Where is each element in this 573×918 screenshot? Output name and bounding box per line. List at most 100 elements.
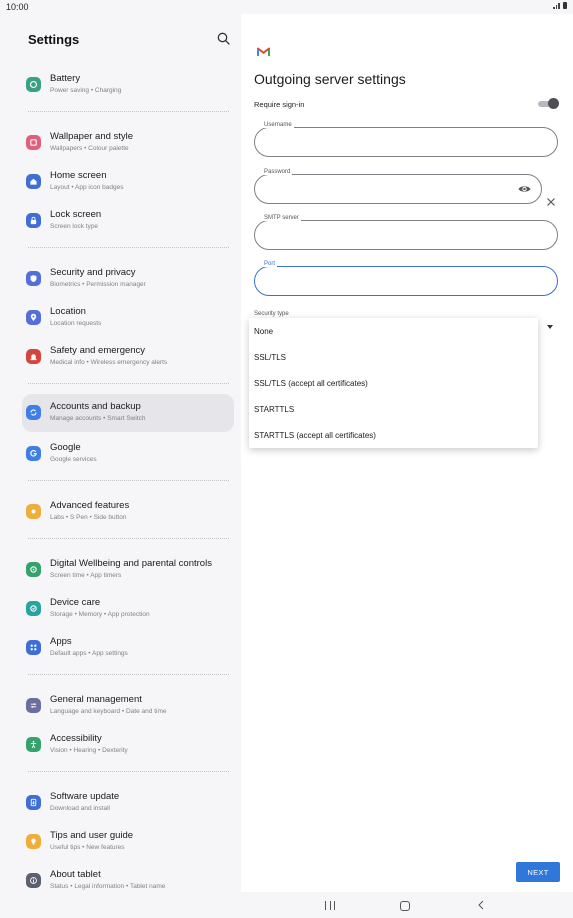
settings-item-tips[interactable]: Tips and user guide Useful tips • New fe… (22, 823, 234, 861)
item-label: Home screen (50, 170, 107, 181)
item-label: Wallpaper and style (50, 131, 134, 142)
status-time: 10:00 (6, 2, 29, 12)
settings-item-wellbeing[interactable]: Digital Wellbeing and parental controls … (22, 551, 234, 589)
settings-item-safety[interactable]: Safety and emergency Medical info • Wire… (22, 338, 234, 376)
item-subtitle: Layout • App icon badges (50, 184, 124, 191)
home-button-icon[interactable] (400, 901, 410, 911)
settings-item-accessibility[interactable]: Accessibility Vision • Hearing • Dexteri… (22, 726, 234, 764)
settings-item-apps[interactable]: Apps Default apps • App settings (22, 629, 234, 667)
item-subtitle: Power saving • Charging (50, 87, 122, 94)
item-label: Security and privacy (50, 267, 136, 278)
item-subtitle: Biometrics • Permission manager (50, 281, 146, 288)
password-field[interactable]: Password (254, 169, 542, 204)
wellbeing-icon (26, 562, 41, 577)
signal-icon (553, 2, 561, 9)
item-label: Apps (50, 636, 72, 647)
option-ssl-tls-accept-all[interactable]: SSL/TLS (accept all certificates) (254, 379, 368, 388)
emergency-icon (26, 349, 41, 364)
item-subtitle: Storage • Memory • App protection (50, 611, 150, 618)
item-label: About tablet (50, 869, 101, 880)
username-field[interactable]: Username (254, 122, 558, 157)
item-label: Accessibility (50, 733, 102, 744)
option-starttls[interactable]: STARTTLS (254, 405, 294, 414)
lock-icon (26, 213, 41, 228)
settings-title: Settings (28, 32, 80, 47)
bulb-icon (26, 834, 41, 849)
item-subtitle: Status • Legal information • Tablet name (50, 883, 166, 890)
system-icons (553, 2, 567, 9)
item-subtitle: Useful tips • New features (50, 844, 125, 851)
divider (28, 111, 229, 112)
home-icon (26, 174, 41, 189)
dropdown-arrow-icon[interactable] (547, 325, 553, 329)
option-ssl-tls[interactable]: SSL/TLS (254, 353, 286, 362)
require-signin-label: Require sign-in (254, 100, 305, 109)
item-label: General management (50, 694, 142, 705)
item-subtitle: Screen lock type (50, 223, 99, 230)
item-label: Software update (50, 791, 120, 802)
back-icon[interactable] (477, 900, 485, 910)
divider (28, 771, 229, 772)
item-label: Safety and emergency (50, 345, 146, 356)
item-label: Device care (50, 597, 101, 608)
option-none[interactable]: None (254, 327, 273, 336)
item-label: Advanced features (50, 500, 130, 511)
item-label: Lock screen (50, 209, 102, 220)
option-starttls-accept-all[interactable]: STARTTLS (accept all certificates) (254, 431, 376, 440)
divider (28, 538, 229, 539)
settings-item-accounts[interactable]: Accounts and backup Manage accounts • Sm… (22, 394, 234, 432)
settings-item-wallpaper[interactable]: Wallpaper and style Wallpapers • Colour … (22, 124, 234, 162)
google-icon (26, 446, 41, 461)
device-care-icon (26, 601, 41, 616)
show-password-icon[interactable] (518, 184, 531, 194)
security-type-label: Security type (254, 311, 289, 317)
settings-item-device-care[interactable]: Device care Storage • Memory • App prote… (22, 590, 234, 628)
outgoing-server-panel: Outgoing server settings Require sign-in… (241, 14, 573, 892)
item-subtitle: Screen time • App timers (50, 572, 122, 579)
settings-item-advanced[interactable]: Advanced features Labs • S Pen • Side bu… (22, 493, 234, 531)
item-subtitle: Vision • Hearing • Dexterity (50, 747, 128, 754)
apps-icon (26, 640, 41, 655)
settings-item-lock-screen[interactable]: Lock screen Screen lock type (22, 202, 234, 240)
item-label: Digital Wellbeing and parental controls (50, 558, 212, 569)
settings-item-software-update[interactable]: Software update Download and install (22, 784, 234, 822)
require-signin-toggle[interactable] (538, 98, 559, 109)
settings-item-location[interactable]: Location Location requests (22, 299, 234, 337)
settings-item-battery[interactable]: Battery Power saving • Charging (22, 66, 234, 104)
divider (28, 674, 229, 675)
settings-item-google[interactable]: Google Google services (22, 435, 234, 473)
item-label: Accounts and backup (50, 401, 141, 412)
status-bar: 10:00 (0, 0, 573, 14)
next-button[interactable]: NEXT (516, 862, 560, 882)
settings-item-general-management[interactable]: General management Language and keyboard… (22, 687, 234, 725)
recent-apps-icon[interactable] (325, 901, 335, 910)
settings-item-security[interactable]: Security and privacy Biometrics • Permis… (22, 260, 234, 298)
shield-icon (26, 271, 41, 286)
item-subtitle: Labs • S Pen • Side button (50, 514, 127, 521)
settings-item-about[interactable]: About tablet Status • Legal information … (22, 862, 234, 900)
item-label: Google (50, 442, 81, 453)
item-label: Tips and user guide (50, 830, 134, 841)
item-subtitle: Download and install (50, 805, 110, 812)
wallpaper-icon (26, 135, 41, 150)
divider (28, 383, 229, 384)
item-subtitle: Google services (50, 456, 97, 463)
sliders-icon (26, 698, 41, 713)
search-icon[interactable] (216, 31, 232, 47)
sync-icon (26, 405, 41, 420)
settings-item-home-screen[interactable]: Home screen Layout • App icon badges (22, 163, 234, 201)
item-subtitle: Wallpapers • Colour palette (50, 145, 129, 152)
item-label: Battery (50, 73, 81, 84)
battery-status-icon (563, 2, 567, 9)
settings-panel: Settings Battery Power saving • Charging… (0, 14, 241, 892)
password-label: Password (262, 169, 293, 175)
update-icon (26, 795, 41, 810)
item-label: Location (50, 306, 86, 317)
divider (28, 247, 229, 248)
item-subtitle: Default apps • App settings (50, 650, 128, 657)
port-field[interactable]: Port (254, 261, 558, 296)
smtp-server-label: SMTP server (262, 215, 301, 221)
smtp-server-field[interactable]: SMTP server (254, 215, 558, 250)
location-icon (26, 310, 41, 325)
clear-icon[interactable] (546, 197, 556, 207)
